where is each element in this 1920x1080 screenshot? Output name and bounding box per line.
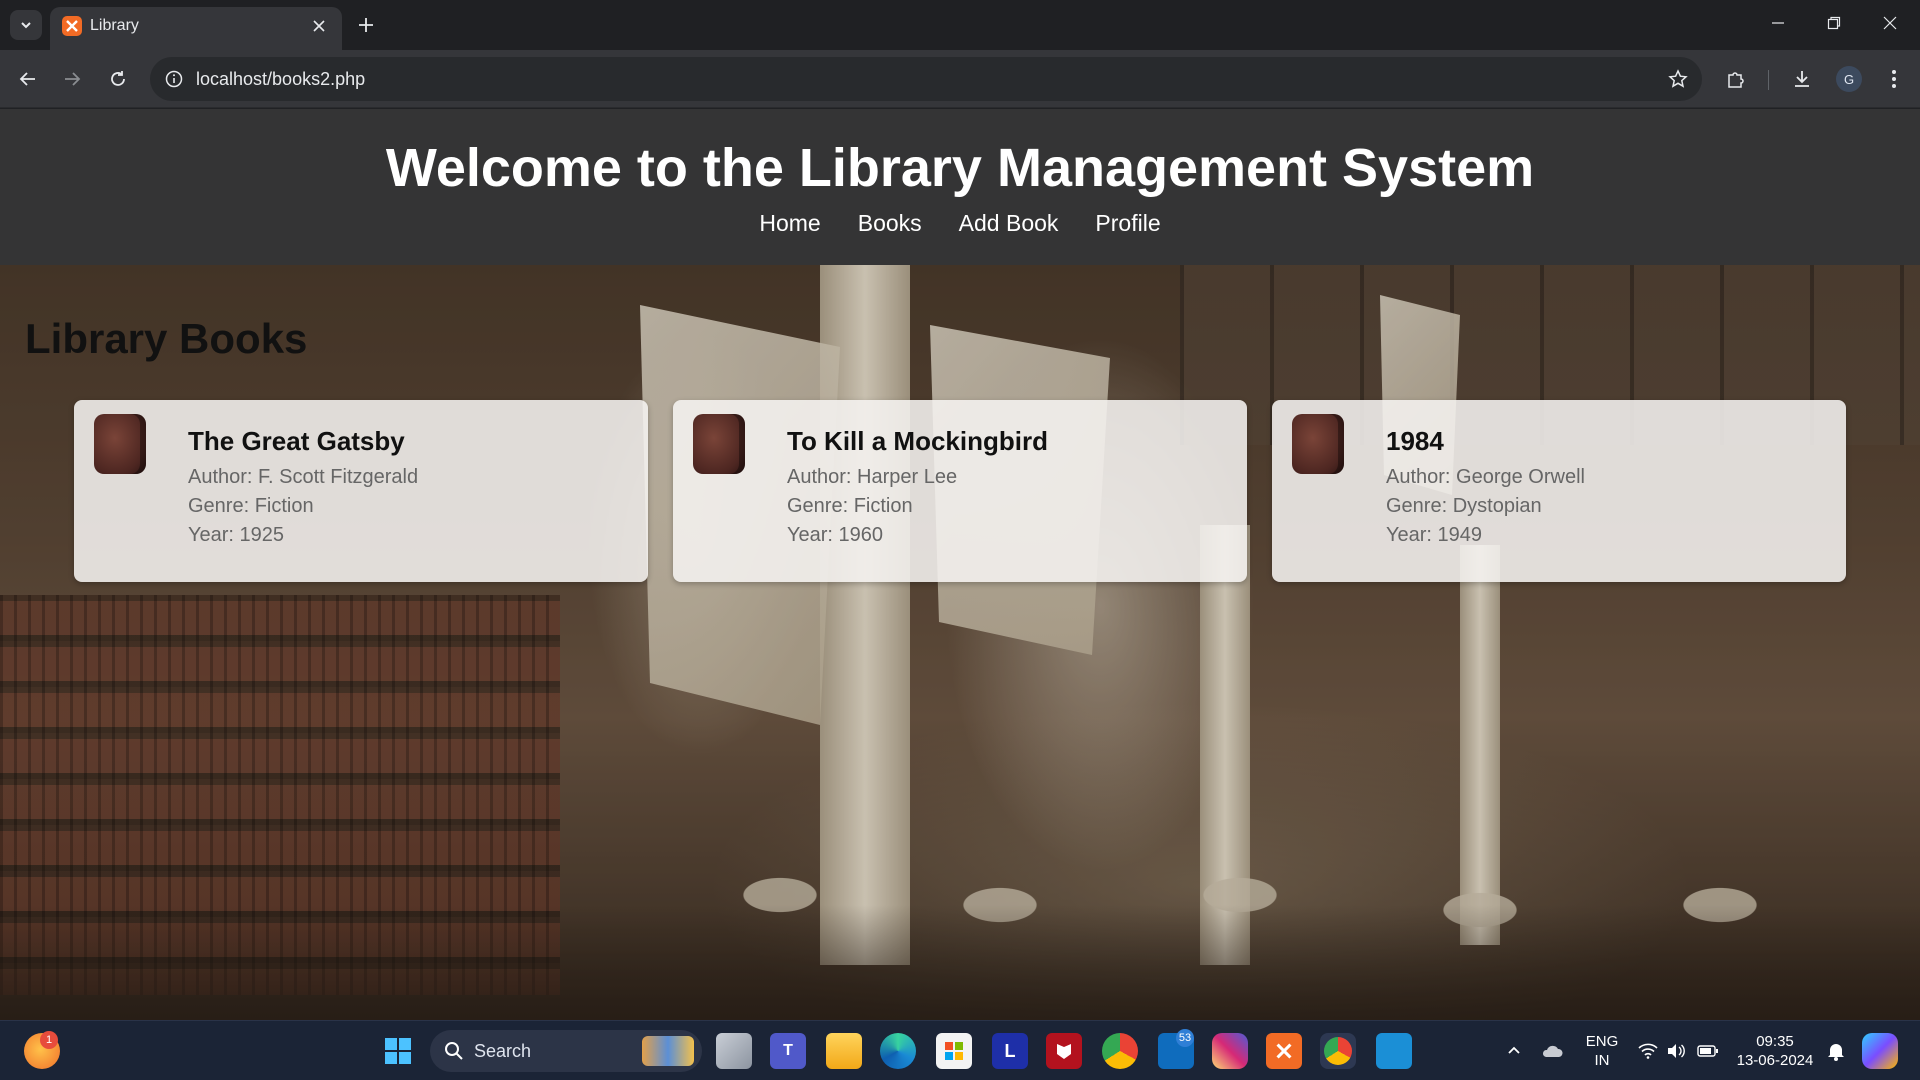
weather-badge: 1 (40, 1031, 58, 1049)
file-explorer-icon[interactable] (826, 1033, 862, 1069)
nav-books-link[interactable]: Books (858, 210, 922, 237)
clock-time: 09:35 (1756, 1033, 1794, 1050)
close-icon (1883, 16, 1897, 30)
minimize-icon (1772, 22, 1784, 24)
browser-tab[interactable]: Library (50, 7, 342, 50)
taskbar-search-label: Search (474, 1041, 532, 1061)
new-tab-button[interactable] (352, 11, 380, 39)
search-highlight-icon (642, 1036, 694, 1066)
notification-bell-icon[interactable] (1818, 1033, 1854, 1069)
book-year: Year: 1949 (1386, 524, 1483, 546)
clock-date: 13-06-2024 (1736, 1052, 1814, 1069)
notepad-icon[interactable] (1376, 1033, 1412, 1069)
close-window-button[interactable] (1870, 8, 1910, 38)
plus-icon (359, 18, 373, 32)
web-page: Welcome to the Library Management System… (0, 109, 1920, 1020)
book-cover-icon (693, 414, 745, 474)
bookmark-star-icon[interactable] (1666, 67, 1690, 91)
restore-icon (1827, 16, 1841, 30)
downloads-button[interactable] (1786, 63, 1818, 95)
book-genre: Genre: Dystopian (1386, 495, 1542, 517)
microsoft-store-icon[interactable] (936, 1033, 972, 1069)
outlook-badge: 53 (1176, 1029, 1194, 1047)
edge-icon[interactable] (880, 1033, 916, 1069)
language-code: ENG (1585, 1033, 1619, 1050)
book-card[interactable]: The Great Gatsby Author: F. Scott Fitzge… (74, 400, 648, 582)
back-button[interactable] (12, 63, 44, 95)
forward-button[interactable] (56, 63, 88, 95)
book-title: The Great Gatsby (188, 426, 405, 456)
url-text[interactable]: localhost/books2.php (196, 69, 365, 90)
chrome-active-icon[interactable] (1320, 1033, 1356, 1069)
windows-start-icon[interactable] (380, 1033, 416, 1069)
book-author: Author: George Orwell (1386, 466, 1585, 488)
address-bar[interactable]: localhost/books2.php (150, 57, 1702, 101)
book-cover-icon (94, 414, 146, 474)
book-card[interactable]: To Kill a Mockingbird Author: Harper Lee… (673, 400, 1247, 582)
battery-icon[interactable] (1690, 1033, 1726, 1069)
puzzle-icon (1728, 72, 1744, 88)
tab-title: Library (90, 17, 139, 34)
task-view-icon[interactable] (716, 1033, 752, 1069)
site-info-icon[interactable] (162, 67, 186, 91)
clock[interactable]: 09:35 13-06-2024 (1730, 1032, 1820, 1070)
book-author: Author: F. Scott Fitzgerald (188, 466, 419, 488)
section-title: Library Books (25, 315, 308, 362)
library-background-image: Library Books The Great Gatsby Author: F… (0, 265, 1920, 1020)
book-title: 1984 (1386, 426, 1444, 456)
book-year: Year: 1925 (188, 524, 285, 546)
mcafee-icon[interactable] (1046, 1033, 1082, 1069)
profile-avatar[interactable]: G (1836, 66, 1862, 92)
site-nav: Home Books Add Book Profile (0, 210, 1920, 237)
nav-home-link[interactable]: Home (759, 210, 820, 237)
book-genre: Genre: Fiction (188, 495, 314, 517)
copilot-icon[interactable] (1862, 1033, 1898, 1069)
chevron-down-icon (21, 22, 31, 29)
browser-tab-bar: Library (0, 0, 1920, 50)
nav-profile-link[interactable]: Profile (1095, 210, 1160, 237)
taskbar-search-box[interactable]: Search (430, 1030, 702, 1072)
volume-icon[interactable] (1658, 1033, 1694, 1069)
app-l-icon[interactable]: L (992, 1033, 1028, 1069)
browser-toolbar: localhost/books2.php G (0, 50, 1920, 108)
extensions-button[interactable] (1720, 63, 1752, 95)
nav-add-book-link[interactable]: Add Book (959, 210, 1059, 237)
xampp-icon[interactable] (1266, 1033, 1302, 1069)
site-title: Welcome to the Library Management System (385, 138, 1535, 198)
book-genre: Genre: Fiction (787, 495, 913, 517)
book-card[interactable]: 1984 Author: George Orwell Genre: Dystop… (1272, 400, 1846, 582)
arrow-left-icon (19, 72, 35, 86)
onedrive-icon[interactable] (1534, 1033, 1570, 1069)
book-cover-icon (1292, 414, 1344, 474)
search-icon (445, 1042, 463, 1060)
reload-button[interactable] (102, 63, 134, 95)
book-author: Author: Harper Lee (787, 466, 958, 488)
download-icon (1795, 71, 1809, 87)
tab-close-icon[interactable] (308, 15, 330, 37)
chevron-up-icon[interactable] (1496, 1033, 1532, 1069)
language-indicator[interactable]: ENG IN (1578, 1032, 1626, 1070)
book-card-list: The Great Gatsby Author: F. Scott Fitzge… (74, 400, 1846, 582)
minimize-button[interactable] (1758, 8, 1798, 38)
book-title: To Kill a Mockingbird (787, 426, 1048, 456)
restore-button[interactable] (1814, 8, 1854, 38)
site-header: Welcome to the Library Management System… (0, 109, 1920, 265)
browser-menu-button[interactable] (1878, 63, 1910, 95)
tab-search-button[interactable] (10, 10, 42, 40)
teams-icon[interactable]: T (770, 1033, 806, 1069)
kebab-menu-icon (1892, 70, 1896, 88)
toolbar-divider (1768, 70, 1769, 90)
background-overlay (0, 265, 1920, 1020)
chrome-icon[interactable] (1102, 1033, 1138, 1069)
book-year: Year: 1960 (787, 524, 884, 546)
xampp-favicon-icon (62, 16, 82, 36)
arrow-right-icon (65, 72, 81, 86)
windows-taskbar: 1 Search T L 53 ENG IN 09:35 13-06-2024 (0, 1020, 1920, 1080)
region-code: IN (1594, 1052, 1610, 1069)
reload-icon (111, 71, 125, 86)
instagram-icon[interactable] (1212, 1033, 1248, 1069)
